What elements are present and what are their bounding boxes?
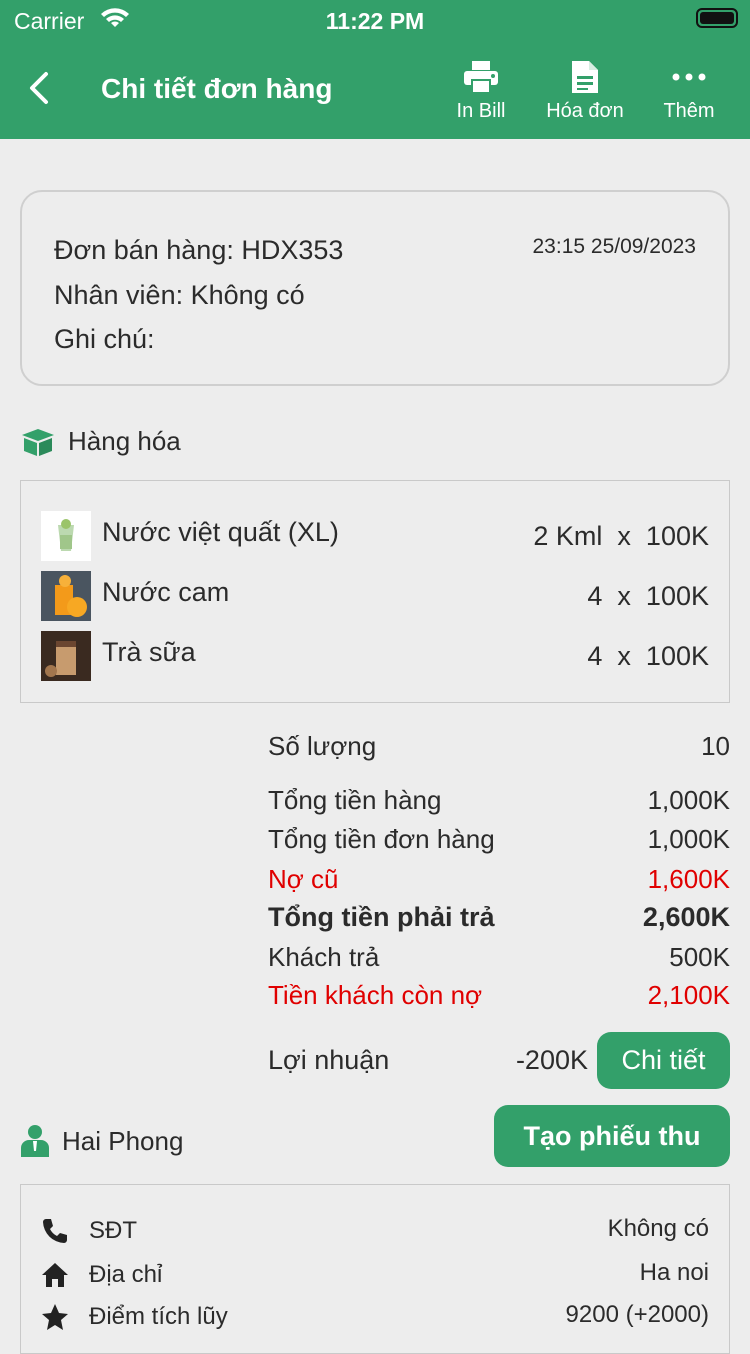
customer-phone-row: SĐT Không có (41, 1215, 709, 1251)
order-code: Đơn bán hàng: HDX353 (54, 235, 344, 265)
more-icon (658, 56, 720, 98)
invoice-button[interactable]: Hóa đơn (540, 56, 630, 123)
summary-value: 1,000K (647, 785, 730, 815)
customer-section-header: Hai Phong (20, 1124, 183, 1158)
summary-value: 500K (669, 942, 730, 972)
more-label: Thêm (663, 100, 715, 122)
summary-label: Khách trả (268, 942, 380, 972)
print-bill-button[interactable]: In Bill (450, 56, 512, 123)
product-thumbnail (41, 631, 91, 681)
customer-address-row: Địa chỉ Ha noi (41, 1259, 709, 1295)
order-note: Ghi chú: (54, 324, 155, 354)
list-item[interactable]: Nước cam 4 x 100K (41, 571, 709, 621)
product-quantity-price: 2 Kml x 100K (533, 521, 709, 551)
battery-icon (696, 8, 738, 28)
summary-label: Tổng tiền phải trả (268, 902, 495, 932)
order-staff: Nhân viên: Không có (54, 280, 305, 310)
summary-label: Lợi nhuận (268, 1045, 390, 1075)
summary-label: Tiền khách còn nợ (268, 980, 483, 1010)
clock: 11:22 PM (325, 8, 425, 34)
customer-field-label: Địa chỉ (89, 1261, 163, 1288)
customer-field-label: SĐT (89, 1217, 137, 1244)
summary-value: 2,100K (647, 980, 730, 1010)
user-icon (21, 1125, 49, 1157)
status-bar: Carrier 11:22 PM (0, 0, 750, 40)
page-title: Chi tiết đơn hàng (101, 73, 333, 104)
product-thumbnail (41, 511, 91, 561)
goods-section-header: Hàng hóa (20, 426, 181, 457)
invoice-label: Hóa đơn (546, 100, 624, 122)
summary-value: 1,000K (647, 824, 730, 854)
product-name: Nước việt quất (XL) (102, 517, 339, 547)
printer-icon (450, 56, 512, 98)
order-datetime: 23:15 25/09/2023 (532, 235, 697, 258)
customer-field-value: Ha noi (639, 1259, 709, 1286)
summary-value: 1,600K (647, 864, 730, 894)
list-item[interactable]: Nước việt quất (XL) 2 Kml x 100K (41, 511, 709, 561)
phone-icon (43, 1219, 67, 1243)
create-receipt-button[interactable]: Tạo phiếu thu (494, 1105, 730, 1167)
customer-name: Hai Phong (62, 1125, 184, 1156)
customer-info-card: SĐT Không có Địa chỉ Ha noi Điểm tích lũ… (20, 1184, 730, 1354)
product-name: Trà sữa (102, 637, 196, 667)
summary-label: Tổng tiền hàng (268, 785, 442, 815)
summary-label: Số lượng (268, 731, 377, 761)
chevron-left-icon (30, 72, 48, 104)
order-info-card: Đơn bán hàng: HDX353 23:15 25/09/2023 Nh… (20, 190, 730, 386)
goods-section-title: Hàng hóa (68, 426, 181, 456)
list-item[interactable]: Trà sữa 4 x 100K (41, 631, 709, 681)
star-icon (42, 1304, 68, 1330)
product-thumbnail (41, 571, 91, 621)
nav-header: Carrier 11:22 PM Chi tiết đơn hàng In Bi… (0, 0, 750, 139)
customer-field-value: Không có (607, 1215, 709, 1242)
customer-points-row: Điểm tích lũy 9200 (+2000) (41, 1301, 709, 1337)
summary-label: Tổng tiền đơn hàng (268, 824, 495, 854)
print-bill-label: In Bill (456, 100, 506, 122)
summary-value: 10 (701, 731, 730, 761)
product-quantity-price: 4 x 100K (587, 641, 709, 671)
product-name: Nước cam (102, 577, 230, 607)
summary-label: Nợ cũ (268, 864, 339, 894)
product-quantity-price: 4 x 100K (587, 581, 709, 611)
document-icon (540, 56, 630, 98)
more-button[interactable]: Thêm (658, 56, 720, 123)
profit-detail-button[interactable]: Chi tiết (597, 1032, 730, 1089)
summary-value: -200K (515, 1045, 588, 1075)
customer-field-label: Điểm tích lũy (89, 1303, 228, 1330)
home-icon (42, 1263, 68, 1287)
summary-value: 2,600K (642, 902, 730, 932)
goods-list: Nước việt quất (XL) 2 Kml x 100K Nước ca… (20, 480, 730, 703)
back-button[interactable] (26, 70, 56, 106)
customer-field-value: 9200 (+2000) (565, 1301, 709, 1328)
box-icon (22, 428, 54, 456)
